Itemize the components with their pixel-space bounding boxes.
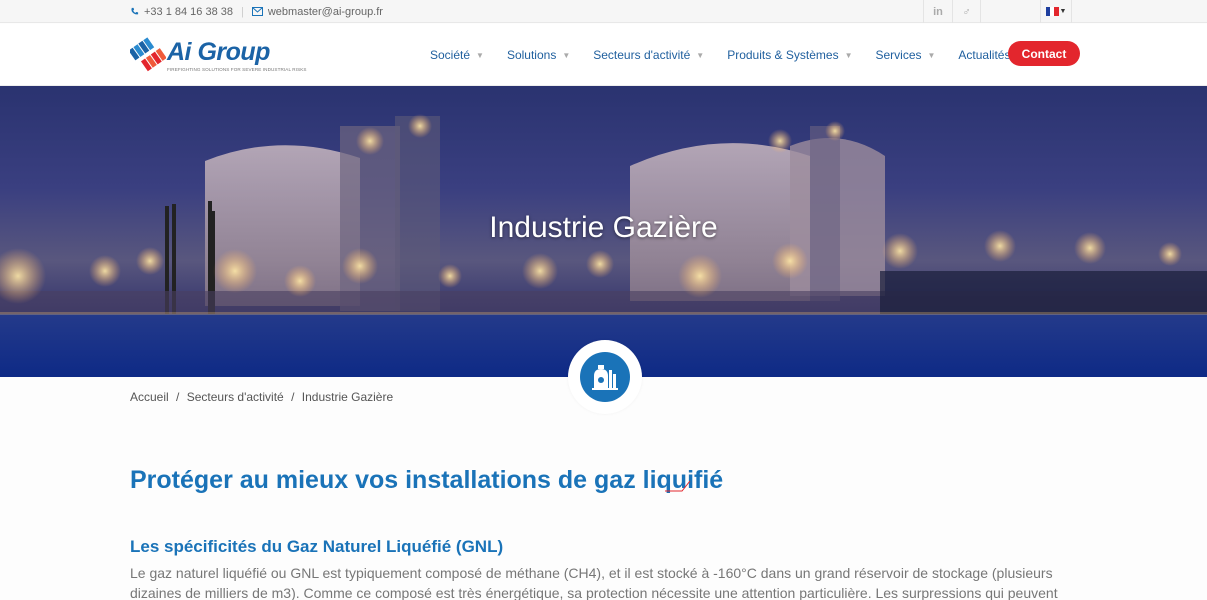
hero-banner: Industrie Gazière [0, 86, 1207, 377]
nav-label: Actualités [958, 48, 1011, 62]
nav-label: Secteurs d'activité [593, 48, 691, 62]
section-paragraph: Le gaz naturel liquéfié ou GNL est typiq… [130, 565, 1058, 600]
nav-item-services[interactable]: Services ▼ [875, 48, 935, 62]
viadeo-icon[interactable]: ♂ [952, 0, 981, 23]
nav-label: Société [430, 48, 471, 62]
chevron-down-icon: ▼ [696, 50, 705, 60]
decorative-stroke [665, 480, 691, 492]
nav-item-societe[interactable]: Société ▼ [430, 48, 484, 62]
nav-item-actualites[interactable]: Actualités [958, 48, 1010, 62]
section-heading: Protéger au mieux vos installations de g… [130, 466, 724, 494]
breadcrumb-separator: / [291, 390, 295, 404]
chevron-down-icon: ▼ [476, 50, 484, 60]
chevron-down-icon: ▼ [927, 50, 936, 60]
sector-badge [568, 340, 642, 414]
linkedin-icon[interactable]: in [923, 0, 952, 23]
social-links: in ♂ [923, 0, 981, 23]
site-header: Ai Group FIREFIGHTING SOLUTIONS FOR SEVE… [0, 24, 1207, 86]
logo[interactable]: Ai Group FIREFIGHTING SOLUTIONS FOR SEVE… [130, 36, 307, 76]
envelope-icon [251, 7, 263, 16]
breadcrumb-home[interactable]: Accueil [130, 390, 169, 404]
gas-industry-icon [580, 352, 630, 402]
nav-label: Produits & Systèmes [727, 48, 839, 62]
france-flag-icon [1045, 7, 1059, 16]
phone-number: +33 1 84 16 38 38 [144, 5, 233, 18]
section-subheading: Les spécificités du Gaz Naturel Liquéfié… [130, 537, 504, 556]
logo-name: Ai Group [167, 38, 270, 66]
breadcrumb-sectors[interactable]: Secteurs d'activité [187, 390, 284, 404]
nav-label: Solutions [506, 48, 557, 62]
separator: | [241, 5, 244, 18]
chevron-down-icon: ▼ [562, 50, 571, 60]
page-title: Industrie Gazière [489, 211, 718, 244]
chevron-down-icon: ▼ [844, 50, 853, 60]
breadcrumb-current: Industrie Gazière [301, 390, 394, 404]
nav-item-secteurs[interactable]: Secteurs d'activité ▼ [593, 48, 704, 62]
contact-info: +33 1 84 16 38 38 | webmaster@ai-group.f… [130, 0, 383, 23]
nav-item-solutions[interactable]: Solutions ▼ [507, 48, 570, 62]
breadcrumb-separator: / [176, 390, 180, 404]
language-selector[interactable]: ▼ [1040, 0, 1072, 23]
breadcrumb: Accueil / Secteurs d'activité / Industri… [130, 390, 393, 404]
phone-icon [131, 7, 139, 15]
nav-item-produits[interactable]: Produits & Systèmes ▼ [727, 48, 852, 62]
top-bar: +33 1 84 16 38 38 | webmaster@ai-group.f… [0, 0, 1207, 23]
logo-mark-icon [130, 37, 166, 72]
main-nav: Société ▼ Solutions ▼ Secteurs d'activit… [430, 24, 1033, 86]
contact-button[interactable]: Contact [1008, 41, 1080, 66]
logo-tagline: FIREFIGHTING SOLUTIONS FOR SEVERE INDUST… [167, 67, 307, 72]
email-address: webmaster@ai-group.fr [267, 5, 383, 18]
phone-link[interactable]: +33 1 84 16 38 38 [130, 6, 233, 18]
email-link[interactable]: webmaster@ai-group.fr [251, 5, 383, 18]
caret-down-icon: ▼ [1059, 8, 1067, 15]
nav-label: Services [875, 48, 922, 62]
